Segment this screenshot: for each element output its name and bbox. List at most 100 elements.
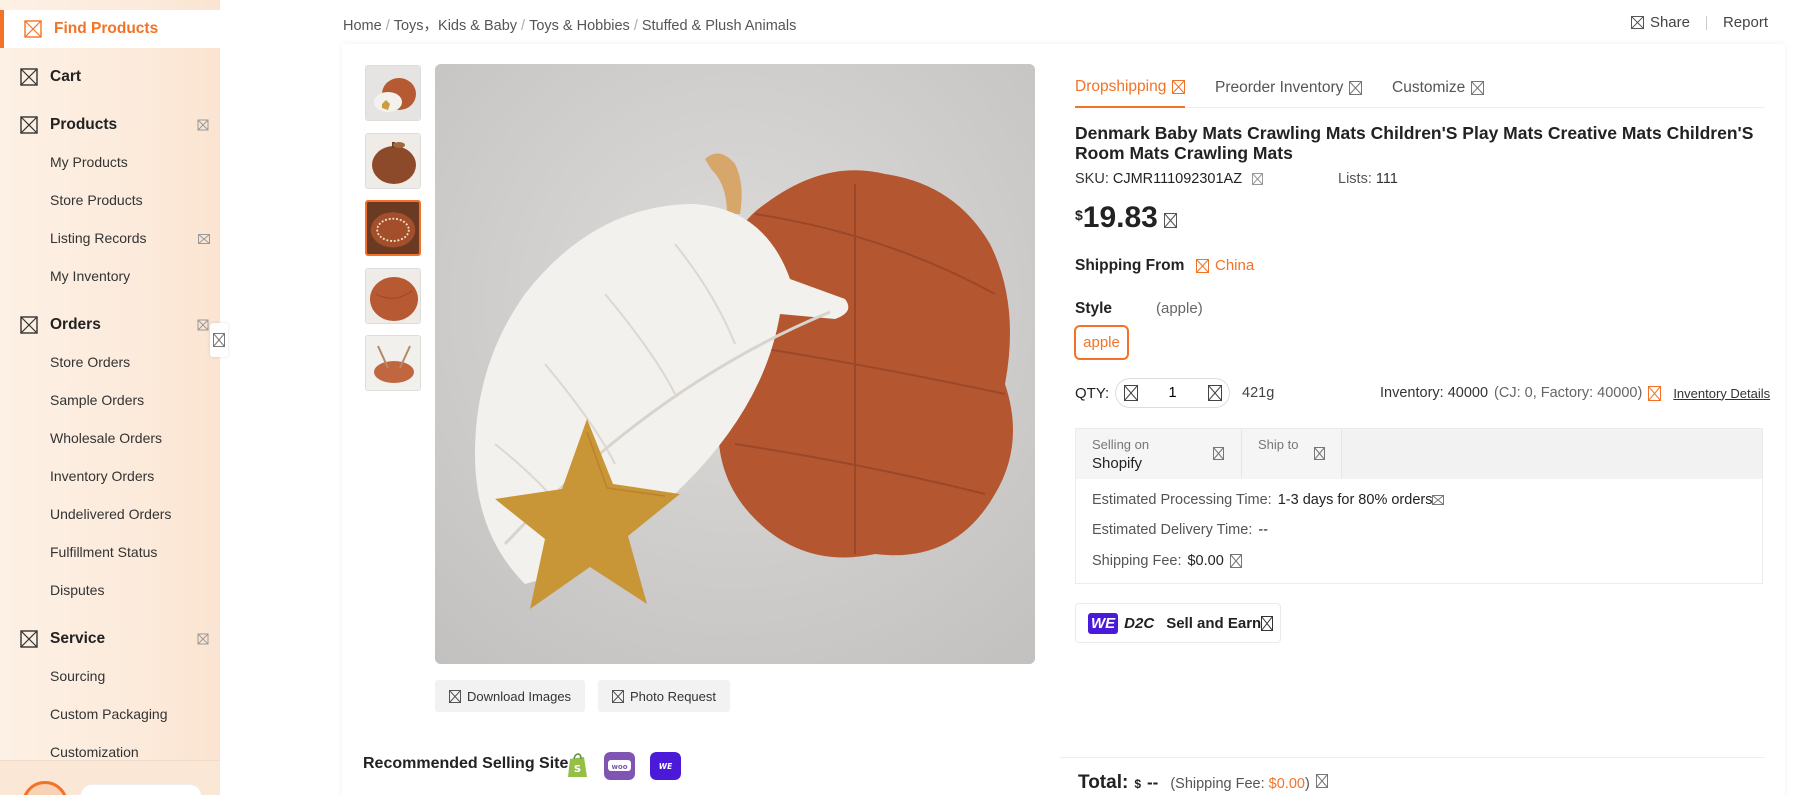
sidebar-item-find-products[interactable]: Find Products bbox=[0, 10, 220, 48]
qty-decrease-button[interactable] bbox=[1116, 379, 1145, 407]
avatar[interactable] bbox=[22, 781, 68, 795]
products-icon bbox=[20, 116, 38, 134]
info-icon[interactable] bbox=[1648, 385, 1662, 401]
info-icon[interactable] bbox=[1315, 774, 1328, 788]
shipping-from-label: Shipping From bbox=[1075, 257, 1185, 274]
breadcrumb-home[interactable]: Home bbox=[343, 18, 382, 34]
breadcrumb-stuffed-plush[interactable]: Stuffed & Plush Animals bbox=[642, 18, 797, 34]
info-icon bbox=[1471, 81, 1485, 95]
lists-value: 111 bbox=[1375, 171, 1398, 187]
download-images-button[interactable]: Download Images bbox=[435, 680, 586, 712]
sidebar-collapse-button[interactable] bbox=[210, 323, 228, 357]
breadcrumb-toys-hobbies[interactable]: Toys & Hobbies bbox=[529, 18, 630, 34]
shipping-from-select[interactable]: China bbox=[1196, 257, 1254, 274]
sidebar-item-products[interactable]: Products bbox=[0, 106, 220, 144]
sidebar-account-area bbox=[0, 760, 220, 795]
sidebar-subitem-fulfillment-status[interactable]: Fulfillment Status bbox=[50, 544, 157, 560]
report-button[interactable]: Report bbox=[1723, 14, 1768, 31]
chevron-down-icon bbox=[1213, 447, 1224, 460]
thumbnail-2[interactable] bbox=[365, 133, 421, 189]
chevron-up-icon bbox=[197, 633, 209, 645]
thumbnail-image bbox=[366, 134, 420, 188]
shipping-selectors: Selling on Shopify Ship to bbox=[1076, 429, 1762, 479]
sidebar-subitem-my-products[interactable]: My Products bbox=[50, 154, 128, 170]
info-icon[interactable] bbox=[1229, 554, 1242, 568]
sidebar-subitem-sourcing[interactable]: Sourcing bbox=[50, 668, 105, 684]
svg-text:WE: WE bbox=[659, 762, 673, 771]
product-photo bbox=[435, 64, 1035, 664]
sku-label: SKU: bbox=[1075, 171, 1109, 187]
lists-count: Lists: 111 bbox=[1338, 171, 1398, 187]
thumbnail-1[interactable] bbox=[365, 65, 421, 121]
sidebar-item-label: Cart bbox=[50, 68, 82, 85]
sidebar-subitem-store-orders[interactable]: Store Orders bbox=[50, 354, 130, 370]
woocommerce-icon[interactable]: woo bbox=[604, 752, 635, 780]
sidebar-subitem-customization[interactable]: Customization bbox=[50, 744, 139, 760]
tab-label: Dropshipping bbox=[1075, 78, 1167, 95]
shopify-icon[interactable]: S bbox=[562, 752, 593, 780]
account-pill[interactable] bbox=[80, 784, 202, 795]
photo-request-label: Photo Request bbox=[630, 688, 717, 704]
shipping-fee-label: Shipping Fee: bbox=[1092, 553, 1182, 569]
sidebar-subitem-my-inventory[interactable]: My Inventory bbox=[50, 268, 130, 284]
total-label: Total: bbox=[1078, 772, 1129, 793]
breadcrumb-separator: / bbox=[521, 18, 526, 34]
total-fee-suffix: ) bbox=[1304, 776, 1310, 792]
thumbnail-3[interactable] bbox=[365, 200, 421, 256]
flag-icon bbox=[1196, 258, 1209, 273]
sidebar-subitem-custom-packaging[interactable]: Custom Packaging bbox=[50, 706, 168, 722]
style-option-apple[interactable]: apple bbox=[1074, 325, 1129, 360]
shipping-fee-row: Shipping Fee: $0.00 bbox=[1092, 553, 1242, 569]
total-shipping-fee: (Shipping Fee: $0.00) bbox=[1170, 776, 1309, 792]
sidebar-item-label: Service bbox=[50, 630, 106, 647]
wed2c-sell-and-earn-button[interactable]: WE D2C Sell and Earn bbox=[1075, 603, 1281, 643]
qty-increase-button[interactable] bbox=[1200, 379, 1229, 407]
breadcrumb-separator: / bbox=[385, 18, 390, 34]
info-icon[interactable] bbox=[1163, 213, 1177, 228]
service-icon bbox=[20, 630, 38, 648]
qty-input[interactable] bbox=[1145, 385, 1200, 401]
ship-to-label: Ship to bbox=[1258, 437, 1299, 452]
inventory-details-link[interactable]: Inventory Details bbox=[1673, 386, 1770, 401]
sidebar-subitem-disputes[interactable]: Disputes bbox=[50, 582, 104, 598]
sidebar-subitem-sample-orders[interactable]: Sample Orders bbox=[50, 392, 144, 408]
main-product-image[interactable] bbox=[435, 64, 1035, 664]
camera-icon bbox=[612, 689, 624, 703]
tab-preorder-inventory[interactable]: Preorder Inventory bbox=[1215, 68, 1363, 108]
selling-on-label: Selling on bbox=[1092, 437, 1150, 452]
chevron-up-icon bbox=[197, 119, 209, 131]
info-icon bbox=[1172, 80, 1186, 94]
copy-icon[interactable] bbox=[1252, 173, 1264, 185]
thumbnail-4[interactable] bbox=[365, 268, 421, 324]
wed2c-icon[interactable]: WE bbox=[650, 752, 681, 780]
share-button[interactable]: Share bbox=[1630, 14, 1690, 31]
sidebar-subitem-listing-records[interactable]: Listing Records bbox=[50, 230, 147, 246]
ship-to-select[interactable]: Ship to bbox=[1242, 429, 1342, 479]
sku-value: CJMR111092301AZ bbox=[1112, 171, 1243, 187]
info-icon bbox=[1261, 615, 1274, 631]
sidebar-subitem-inventory-orders[interactable]: Inventory Orders bbox=[50, 468, 154, 484]
share-icon bbox=[1630, 16, 1644, 29]
sidebar-item-orders[interactable]: Orders bbox=[0, 306, 220, 344]
sidebar-item-service[interactable]: Service bbox=[0, 620, 220, 658]
tab-customize[interactable]: Customize bbox=[1392, 68, 1485, 108]
info-icon bbox=[1349, 81, 1363, 95]
sell-and-earn-label: Sell and Earn bbox=[1166, 614, 1262, 632]
sidebar-subitem-store-products[interactable]: Store Products bbox=[50, 192, 143, 208]
tab-label: Customize bbox=[1392, 79, 1466, 96]
minus-icon bbox=[1123, 385, 1138, 401]
delivery-time-value: -- bbox=[1258, 522, 1269, 538]
wed2c-logo-d2c: D2C bbox=[1124, 614, 1155, 632]
tab-dropshipping[interactable]: Dropshipping bbox=[1075, 68, 1186, 108]
total-amount: -- bbox=[1147, 773, 1159, 792]
thumbnail-5[interactable] bbox=[365, 335, 421, 391]
info-icon[interactable] bbox=[1432, 495, 1445, 505]
sidebar-subitem-undelivered-orders[interactable]: Undelivered Orders bbox=[50, 506, 171, 522]
sidebar: Find Products Cart Products My Products … bbox=[0, 0, 220, 795]
selling-on-select[interactable]: Selling on Shopify bbox=[1076, 429, 1242, 479]
photo-request-button[interactable]: Photo Request bbox=[598, 680, 731, 712]
breadcrumb-toys-kids-baby[interactable]: Toys，Kids & Baby bbox=[394, 18, 517, 34]
sidebar-item-cart[interactable]: Cart bbox=[0, 58, 220, 96]
sidebar-subitem-wholesale-orders[interactable]: Wholesale Orders bbox=[50, 430, 162, 446]
find-products-icon bbox=[24, 20, 42, 38]
